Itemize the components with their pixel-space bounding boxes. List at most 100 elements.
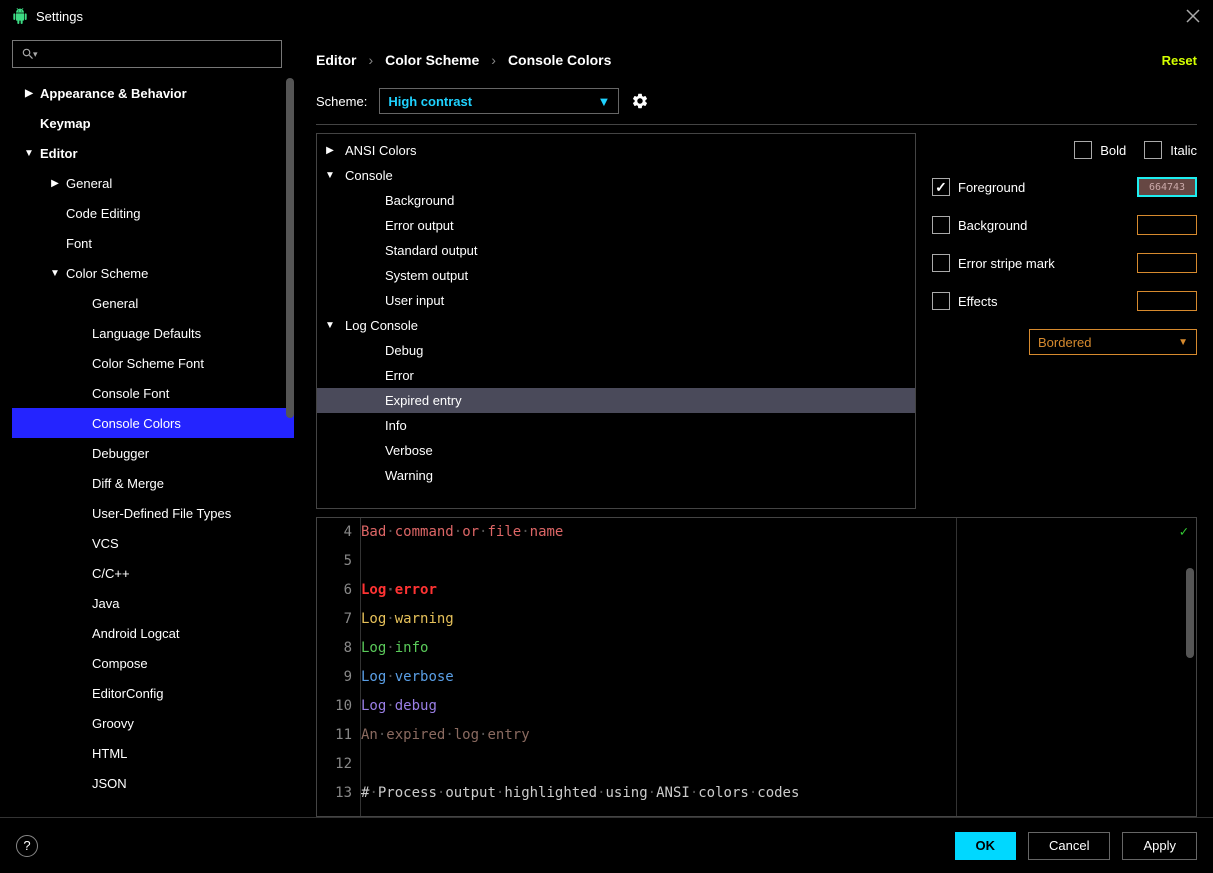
sidebar-item[interactable]: Language Defaults — [12, 318, 294, 348]
category-item[interactable]: ▶ANSI Colors — [317, 138, 915, 163]
sidebar-item[interactable]: Diff & Merge — [12, 468, 294, 498]
tree-arrow-icon: ▼ — [325, 320, 335, 331]
sidebar-item[interactable]: ▶Appearance & Behavior — [12, 78, 294, 108]
sidebar-item-label: Editor — [40, 146, 78, 161]
code-line[interactable]: An·expired·log·entry — [361, 721, 956, 750]
foreground-swatch[interactable]: 664743 — [1137, 177, 1197, 197]
category-item[interactable]: Verbose — [317, 438, 915, 463]
category-item[interactable]: ▼ Log Console — [317, 313, 915, 338]
sidebar-item[interactable]: Console Font — [12, 378, 294, 408]
sidebar-item[interactable]: Debugger — [12, 438, 294, 468]
gutter: 45678910111213 — [317, 518, 361, 816]
bold-checkbox[interactable] — [1074, 141, 1092, 159]
sidebar-item[interactable]: Android Logcat — [12, 618, 294, 648]
sidebar-item[interactable]: Code Editing — [12, 198, 294, 228]
code-line[interactable]: Bad·command·or·file·name — [361, 518, 956, 547]
sidebar-item[interactable]: Color Scheme Font — [12, 348, 294, 378]
sidebar-item[interactable]: VCS — [12, 528, 294, 558]
sidebar-item-label: Diff & Merge — [92, 476, 164, 491]
line-number: 13 — [317, 779, 352, 808]
category-item[interactable]: Error output — [317, 213, 915, 238]
sidebar-item-label: Java — [92, 596, 119, 611]
sidebar-item[interactable]: ▼Editor — [12, 138, 294, 168]
close-icon[interactable] — [1185, 8, 1201, 24]
effects-swatch[interactable] — [1137, 291, 1197, 311]
code-line[interactable]: Log·verbose — [361, 663, 956, 692]
sidebar-item[interactable]: Compose — [12, 648, 294, 678]
scheme-value: High contrast — [388, 94, 472, 109]
scrollbar[interactable] — [1186, 568, 1194, 658]
sidebar-item-label: Keymap — [40, 116, 91, 131]
sidebar-item[interactable]: EditorConfig — [12, 678, 294, 708]
category-item[interactable]: User input — [317, 288, 915, 313]
category-tree[interactable]: ▶ANSI Colors▼ConsoleBackgroundError outp… — [316, 133, 916, 509]
error-stripe-checkbox[interactable] — [932, 254, 950, 272]
code-line[interactable]: Log·info — [361, 634, 956, 663]
sidebar-item-label: HTML — [92, 746, 127, 761]
breadcrumb-item[interactable]: Editor — [316, 52, 356, 68]
category-label: Expired entry — [385, 393, 462, 408]
sidebar-item[interactable]: Font — [12, 228, 294, 258]
background-swatch[interactable] — [1137, 215, 1197, 235]
sidebar-item[interactable]: Groovy — [12, 708, 294, 738]
category-label: Debug — [385, 343, 423, 358]
search-input[interactable]: ▾ — [12, 40, 282, 68]
sidebar-item[interactable]: C/C++ — [12, 558, 294, 588]
code-line[interactable]: #·Process·output·highlighted·using·ANSI·… — [361, 779, 956, 808]
scrollbar[interactable] — [286, 78, 294, 418]
sidebar-item-label: Color Scheme — [66, 266, 148, 281]
settings-tree[interactable]: ▶Appearance & Behavior Keymap ▼Editor▶Gene… — [12, 78, 294, 809]
sidebar-item-label: Color Scheme Font — [92, 356, 204, 371]
category-item[interactable]: Info — [317, 413, 915, 438]
category-item[interactable]: Debug — [317, 338, 915, 363]
sidebar-item[interactable]: HTML — [12, 738, 294, 768]
code-line[interactable] — [361, 750, 956, 779]
category-item[interactable]: Warning — [317, 463, 915, 488]
italic-checkbox[interactable] — [1144, 141, 1162, 159]
sidebar-item[interactable]: JSON — [12, 768, 294, 798]
effects-select[interactable]: Bordered ▼ — [1029, 329, 1197, 355]
sidebar-item[interactable]: Keymap — [12, 108, 294, 138]
code-line[interactable]: Log·warning — [361, 605, 956, 634]
category-item[interactable]: System output — [317, 263, 915, 288]
sidebar-item[interactable]: Console Colors — [12, 408, 294, 438]
search-dropdown-icon[interactable]: ▾ — [33, 49, 38, 60]
breadcrumb-item[interactable]: Console Colors — [508, 52, 611, 68]
ok-button[interactable]: OK — [955, 832, 1017, 860]
category-item[interactable]: ▼Console — [317, 163, 915, 188]
code-line[interactable] — [361, 547, 956, 576]
italic-label: Italic — [1170, 143, 1197, 158]
category-label: Log Console — [345, 318, 418, 333]
code-area[interactable]: Bad·command·or·file·name Log·errorLog·war… — [361, 518, 956, 816]
scheme-select[interactable]: High contrast ▼ — [379, 88, 619, 114]
background-checkbox[interactable] — [932, 216, 950, 234]
category-item[interactable]: Expired entry — [317, 388, 915, 413]
chevron-down-icon: ▼ — [1178, 337, 1188, 348]
reset-link[interactable]: Reset — [1162, 53, 1197, 68]
breadcrumb-item[interactable]: Color Scheme — [385, 52, 479, 68]
gear-icon[interactable] — [631, 92, 649, 110]
preview-right-panel: ✓ — [956, 518, 1196, 816]
sidebar-item[interactable]: ▼Color Scheme — [12, 258, 294, 288]
category-label: Warning — [385, 468, 433, 483]
code-line[interactable]: Log·error — [361, 576, 956, 605]
help-icon[interactable]: ? — [16, 835, 38, 857]
effects-checkbox[interactable] — [932, 292, 950, 310]
preview-editor[interactable]: 45678910111213 Bad·command·or·file·name L… — [316, 517, 1197, 817]
category-item[interactable]: Standard output — [317, 238, 915, 263]
sidebar-item[interactable]: User-Defined File Types — [12, 498, 294, 528]
sidebar-item[interactable]: General — [12, 288, 294, 318]
footer: ? OK Cancel Apply — [0, 817, 1213, 873]
sidebar-item[interactable]: Java — [12, 588, 294, 618]
apply-button[interactable]: Apply — [1122, 832, 1197, 860]
code-line[interactable]: Log·debug — [361, 692, 956, 721]
sidebar-item-label: Language Defaults — [92, 326, 201, 341]
sidebar-item[interactable]: ▶General — [12, 168, 294, 198]
foreground-label: Foreground — [958, 180, 1025, 195]
category-item[interactable]: Background — [317, 188, 915, 213]
cancel-button[interactable]: Cancel — [1028, 832, 1110, 860]
foreground-checkbox[interactable] — [932, 178, 950, 196]
error-stripe-swatch[interactable] — [1137, 253, 1197, 273]
category-item[interactable]: Error — [317, 363, 915, 388]
category-label: Standard output — [385, 243, 478, 258]
